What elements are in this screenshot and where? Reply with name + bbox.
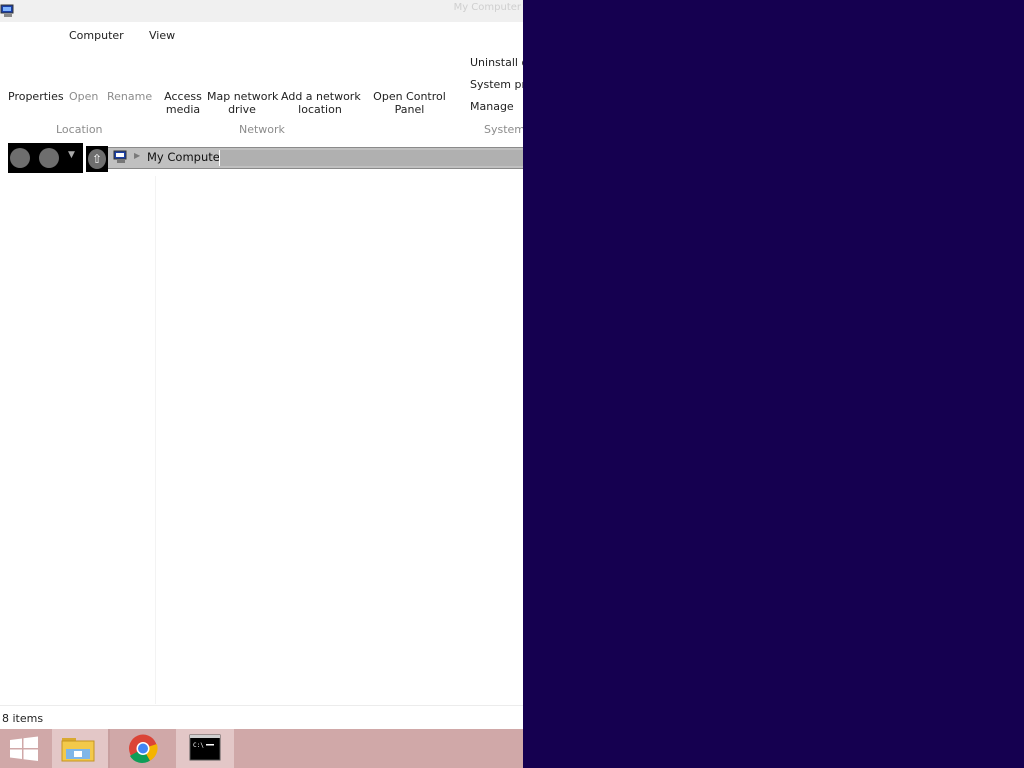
taskbar: C:\ (0, 729, 523, 768)
control-panel-label-line1: Open Control (373, 90, 446, 103)
access-media-label-line1: Access (164, 90, 202, 103)
status-bar: 8 items (0, 705, 523, 730)
navigation-buttons: ▼ (8, 143, 83, 173)
breadcrumb-my-computer[interactable]: My Computer (147, 150, 225, 164)
window-title: My Computer (453, 2, 521, 13)
system-properties-label: System pro (470, 78, 523, 91)
chrome-icon (129, 734, 158, 764)
open-button[interactable]: Open (69, 90, 98, 103)
manage-label: Manage (470, 100, 514, 113)
open-control-panel-button[interactable]: Open Control Panel (372, 90, 447, 116)
start-button[interactable] (0, 729, 48, 768)
group-label-network: Network (239, 123, 285, 136)
tab-computer[interactable]: Computer (69, 29, 124, 42)
title-bar[interactable]: My Computer (0, 0, 523, 22)
rename-button[interactable]: Rename (107, 90, 152, 103)
map-network-drive-button[interactable]: Map network drive (207, 90, 279, 116)
item-count: 8 items (2, 712, 44, 725)
uninstall-label: Uninstall o (470, 56, 523, 69)
rename-label: Rename (107, 90, 153, 103)
group-label-location: Location (56, 123, 103, 136)
recent-locations-dropdown-icon[interactable]: ▼ (68, 150, 75, 160)
tab-view[interactable]: View (149, 29, 175, 42)
properties-label: Properties (8, 90, 64, 103)
map-drive-label-line2: drive (228, 103, 256, 116)
taskbar-command-prompt[interactable]: C:\ (176, 729, 234, 768)
manage-button[interactable]: Manage (470, 100, 514, 113)
group-label-system: System (484, 123, 523, 136)
address-bar-empty-area[interactable] (219, 150, 523, 166)
open-label: Open (69, 90, 99, 103)
computer-icon (0, 4, 14, 17)
address-bar[interactable]: ▶ My Computer (108, 147, 523, 169)
up-button[interactable]: ⇧ (86, 146, 108, 172)
cmd-icon: C:\ (189, 734, 221, 761)
taskbar-file-explorer[interactable] (52, 729, 110, 768)
control-panel-label-line2: Panel (394, 103, 425, 116)
windows-logo-icon (10, 736, 38, 761)
breadcrumb-chevron-icon[interactable]: ▶ (134, 151, 140, 160)
back-button[interactable] (10, 148, 30, 168)
folder-icon (61, 738, 95, 762)
system-properties-button[interactable]: System pro (470, 78, 523, 91)
taskbar-chrome[interactable] (118, 729, 168, 768)
computer-icon (113, 150, 127, 163)
uninstall-button[interactable]: Uninstall o (470, 56, 523, 69)
add-location-label-line1: Add a network (281, 90, 361, 103)
up-arrow-icon: ⇧ (88, 149, 106, 169)
navigation-pane-divider[interactable] (155, 176, 156, 704)
map-drive-label-line1: Map network (207, 90, 279, 103)
properties-button[interactable]: Properties (8, 90, 64, 103)
add-network-location-button[interactable]: Add a network location (281, 90, 361, 116)
access-media-button[interactable]: Access media (162, 90, 204, 116)
forward-button[interactable] (39, 148, 59, 168)
add-location-label-line2: location (298, 103, 342, 116)
svg-text:C:\: C:\ (193, 742, 204, 749)
file-explorer-window: My Computer Computer View Properties Ope… (0, 0, 523, 768)
access-media-label-line2: media (165, 103, 201, 116)
